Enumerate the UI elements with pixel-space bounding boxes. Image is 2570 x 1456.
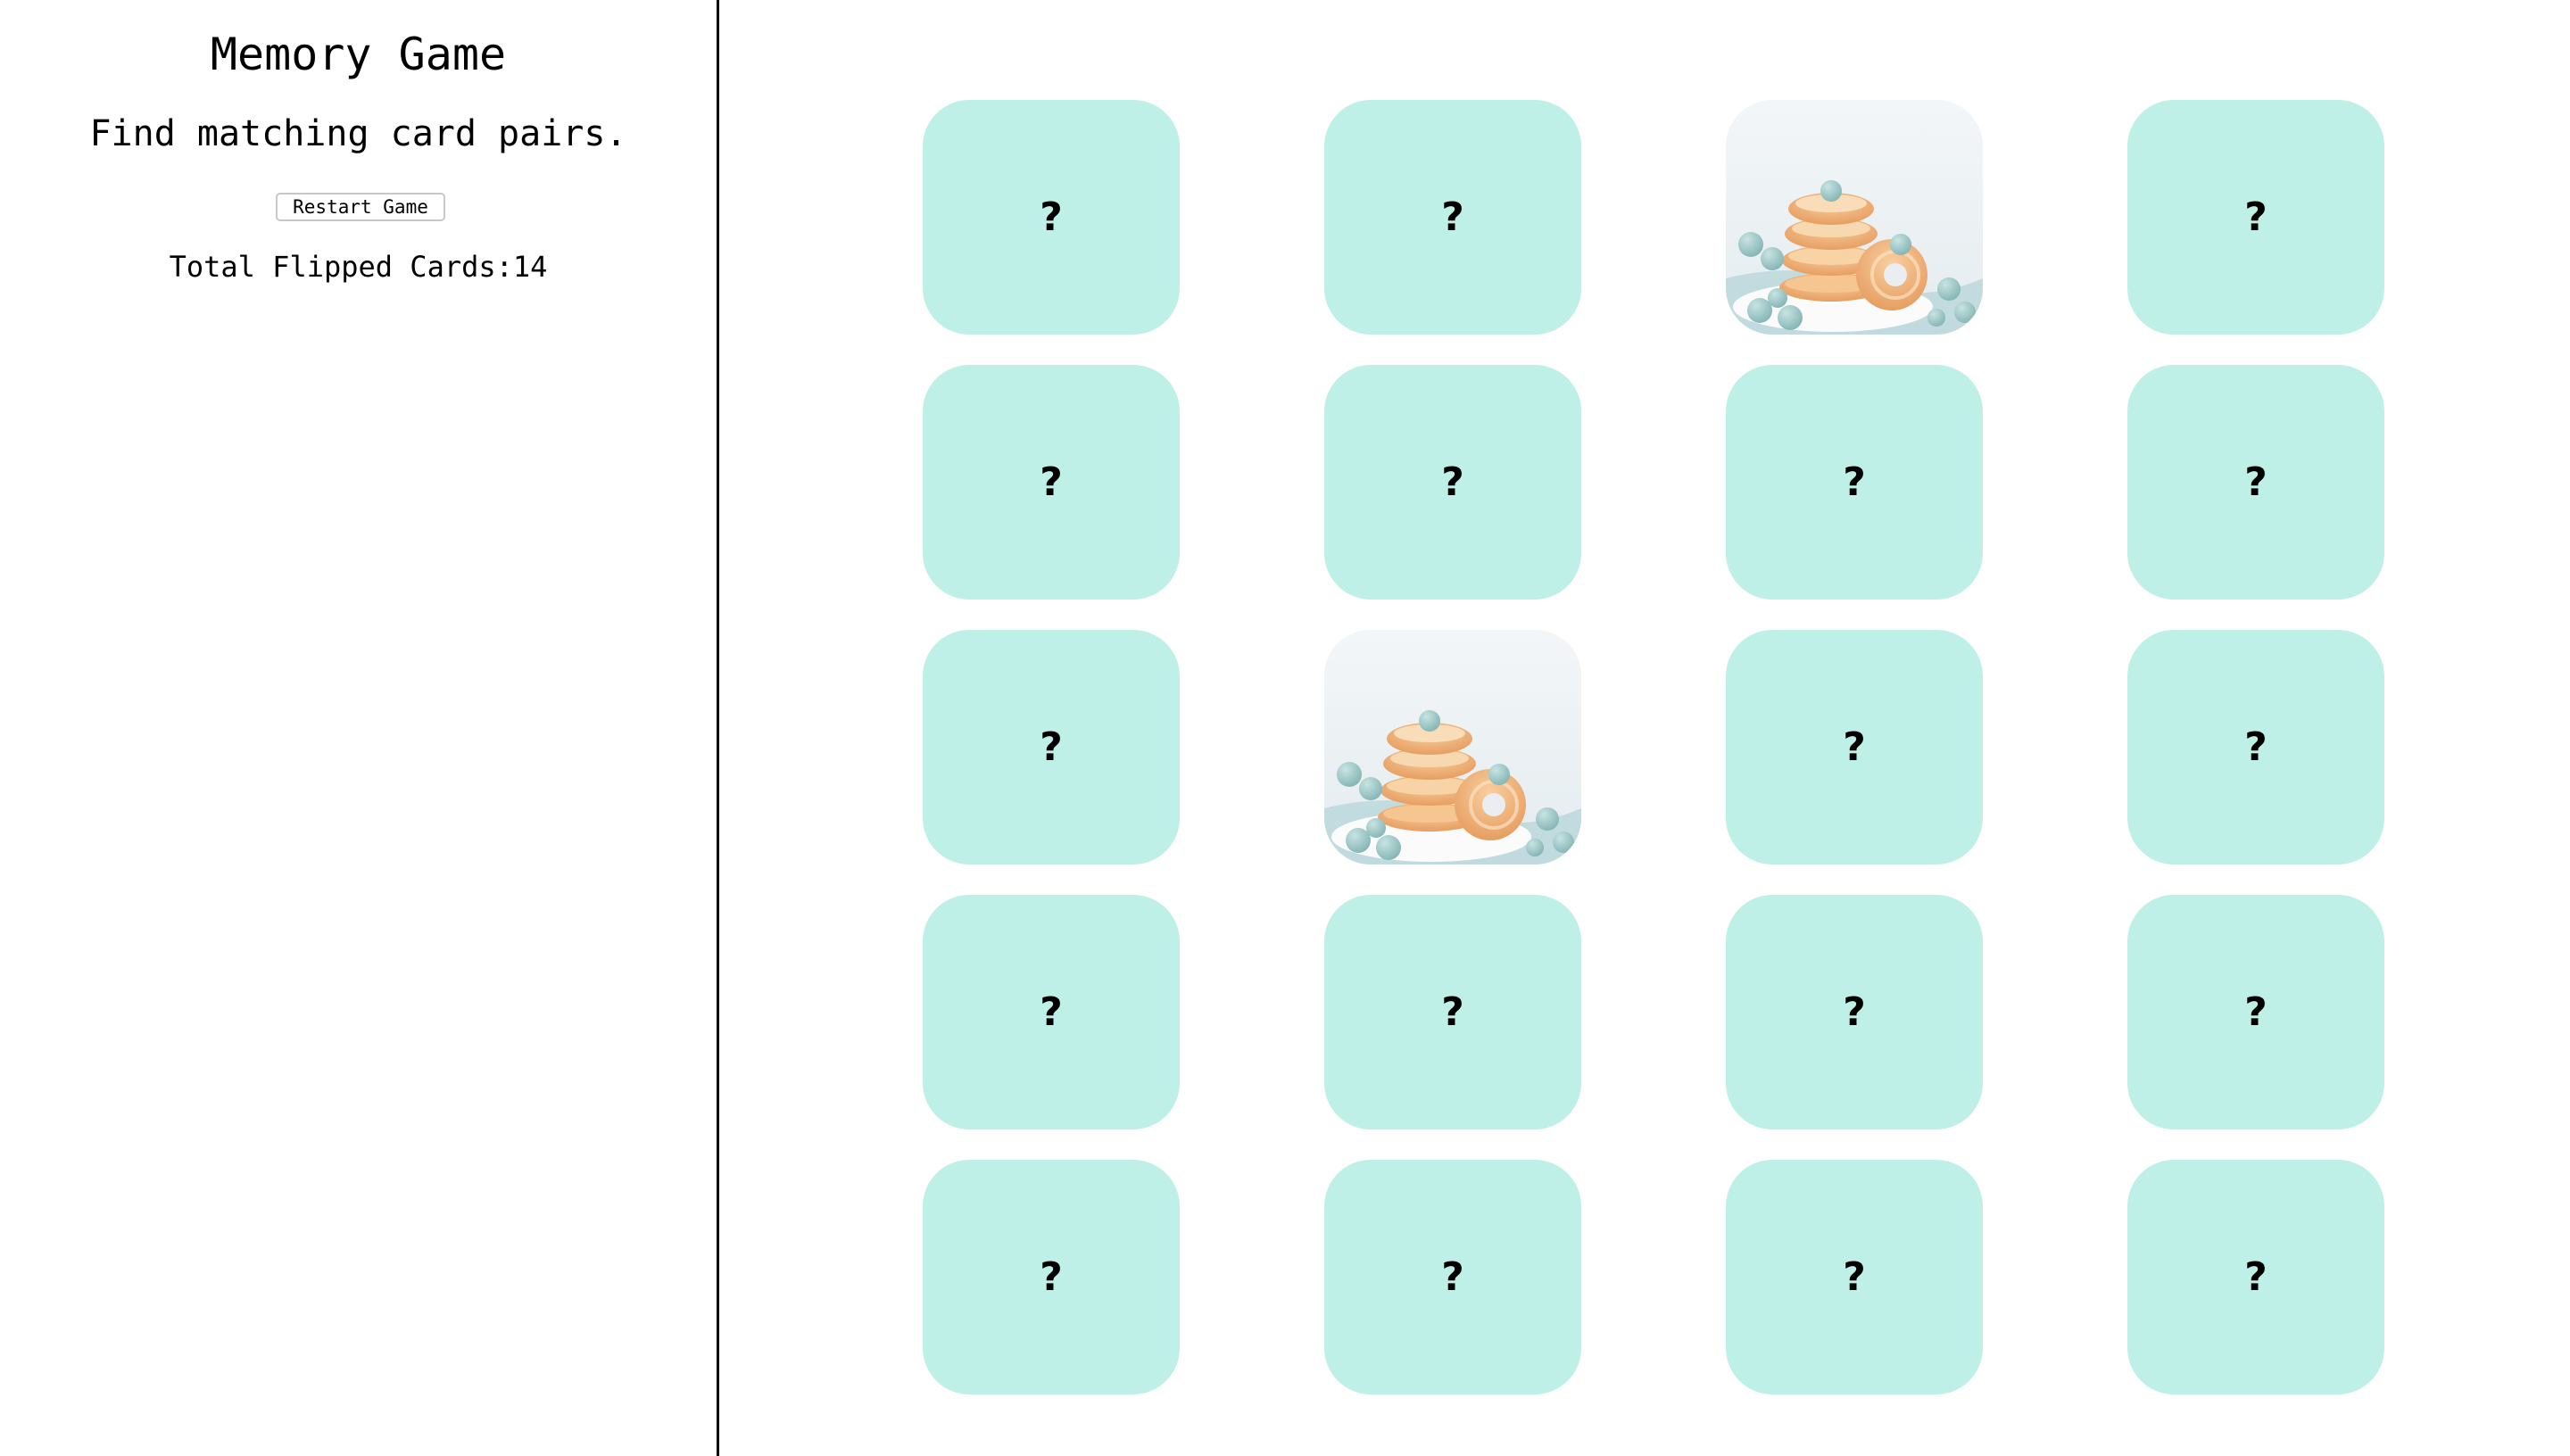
memory-card[interactable]: ?	[2127, 895, 2384, 1129]
question-mark-icon: ?	[1441, 459, 1464, 505]
flipped-cards-label: Total Flipped Cards:	[169, 250, 513, 284]
memory-card[interactable]: ?	[1324, 895, 1581, 1129]
memory-card[interactable]: ?	[923, 100, 1180, 335]
sidebar: Memory Game Find matching card pairs. Re…	[0, 0, 719, 1456]
question-mark-icon: ?	[1040, 989, 1063, 1035]
question-mark-icon: ?	[1040, 724, 1063, 770]
memory-card[interactable]: ?	[2127, 1160, 2384, 1394]
question-mark-icon: ?	[1843, 459, 1866, 505]
flipped-cards-value: 14	[512, 250, 548, 284]
card-grid: ?? ? ? ? ? ? ? ? ? ? ? ? ? ? ? ? ?	[923, 100, 2384, 1394]
memory-card[interactable]: ?	[1726, 630, 1983, 864]
restart-game-button[interactable]: Restart Game	[276, 193, 445, 221]
memory-card[interactable]: ?	[923, 365, 1180, 600]
question-mark-icon: ?	[2244, 724, 2267, 770]
memory-card[interactable]: ?	[923, 895, 1180, 1129]
memory-card[interactable]: ?	[2127, 630, 2384, 864]
question-mark-icon: ?	[1040, 194, 1063, 240]
memory-card[interactable]: ?	[1324, 365, 1581, 600]
memory-card[interactable]: ?	[1324, 1160, 1581, 1394]
question-mark-icon: ?	[1441, 194, 1464, 240]
memory-card[interactable]: ?	[1324, 100, 1581, 335]
memory-card[interactable]: ?	[2127, 100, 2384, 335]
question-mark-icon: ?	[2244, 194, 2267, 240]
question-mark-icon: ?	[2244, 459, 2267, 505]
question-mark-icon: ?	[1040, 1253, 1063, 1300]
memory-card[interactable]: ?	[923, 630, 1180, 864]
question-mark-icon: ?	[1040, 459, 1063, 505]
question-mark-icon: ?	[1843, 989, 1866, 1035]
memory-card[interactable]: ?	[2127, 365, 2384, 600]
question-mark-icon: ?	[2244, 1253, 2267, 1300]
memory-card[interactable]: ?	[1726, 895, 1983, 1129]
question-mark-icon: ?	[1843, 1253, 1866, 1300]
question-mark-icon: ?	[1441, 989, 1464, 1035]
instructions-text: Find matching card pairs.	[89, 113, 627, 154]
question-mark-icon: ?	[1843, 724, 1866, 770]
memory-card-flipped[interactable]	[1324, 630, 1581, 864]
memory-card[interactable]: ?	[1726, 1160, 1983, 1394]
question-mark-icon: ?	[1441, 1253, 1464, 1300]
memory-card[interactable]: ?	[923, 1160, 1180, 1394]
flipped-cards-counter: Total Flipped Cards:14	[0, 246, 717, 287]
question-mark-icon: ?	[2244, 989, 2267, 1035]
memory-card[interactable]: ?	[1726, 365, 1983, 600]
memory-card-flipped[interactable]	[1726, 100, 1983, 335]
page-title: Memory Game	[210, 29, 507, 80]
